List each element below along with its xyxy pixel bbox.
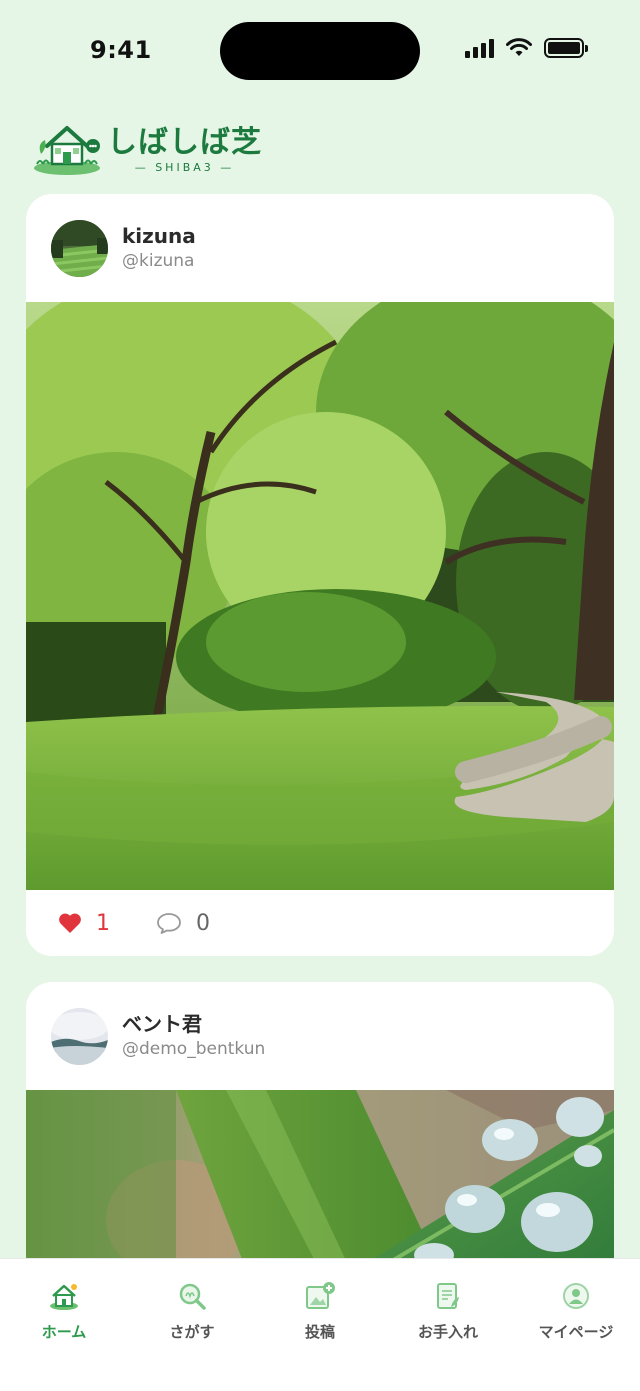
- post-header[interactable]: ベント君 @demo_bentkun: [26, 982, 614, 1090]
- tab-search[interactable]: さがす: [128, 1281, 256, 1391]
- tab-label: 投稿: [304, 1323, 335, 1341]
- heart-icon: [59, 913, 81, 933]
- home-icon: [50, 1284, 78, 1310]
- tab-label: お手入れ: [417, 1323, 478, 1341]
- user-name[interactable]: ベント君: [122, 1011, 265, 1037]
- avatar[interactable]: [51, 219, 108, 277]
- like-button[interactable]: 1: [58, 911, 110, 936]
- post-card[interactable]: ベント君 @demo_bentkun: [26, 982, 614, 1282]
- logo-title: しばしば芝: [107, 124, 262, 160]
- status-bar: 9:41: [0, 0, 640, 100]
- care-icon: [437, 1283, 459, 1309]
- post-actions: 1 0: [26, 890, 614, 956]
- comment-icon: [157, 913, 181, 934]
- house-lawn-logo-icon: [34, 126, 100, 175]
- status-icons: [465, 38, 588, 58]
- tab-home[interactable]: ホーム: [0, 1281, 128, 1391]
- tab-label: マイページ: [538, 1323, 614, 1341]
- user-name[interactable]: kizuna: [122, 223, 196, 249]
- user-handle: @demo_bentkun: [122, 1039, 266, 1059]
- wifi-icon: [506, 38, 532, 56]
- mypage-icon: [563, 1283, 589, 1309]
- tab-post[interactable]: 投稿: [256, 1281, 384, 1391]
- logo-subtitle: — SHIBA3 —: [134, 160, 235, 174]
- user-handle: @kizuna: [122, 251, 195, 271]
- cellular-signal-icon: [465, 38, 494, 58]
- dynamic-island: [220, 22, 420, 80]
- tab-label: さがす: [169, 1323, 215, 1341]
- post-image[interactable]: [26, 302, 614, 890]
- search-icon: [179, 1283, 206, 1310]
- battery-icon: [544, 38, 588, 58]
- tab-care[interactable]: お手入れ: [384, 1281, 512, 1391]
- like-count: 1: [96, 910, 110, 936]
- comment-button[interactable]: 0: [156, 911, 210, 936]
- comment-count: 0: [196, 910, 210, 936]
- post-card[interactable]: kizuna @kizuna 1 0: [26, 194, 614, 956]
- post-image[interactable]: [26, 1090, 614, 1282]
- post-header[interactable]: kizuna @kizuna: [26, 194, 614, 302]
- tab-mypage[interactable]: マイページ: [512, 1281, 640, 1391]
- tab-label: ホーム: [41, 1323, 87, 1341]
- avatar[interactable]: [51, 1007, 108, 1065]
- app-logo: しばしば芝 — SHIBA3 —: [33, 122, 262, 176]
- status-time: 9:41: [90, 36, 152, 64]
- post-add-icon: [306, 1282, 335, 1309]
- tab-bar: ホーム さがす 投稿 お手入れ マイページ: [0, 1258, 640, 1391]
